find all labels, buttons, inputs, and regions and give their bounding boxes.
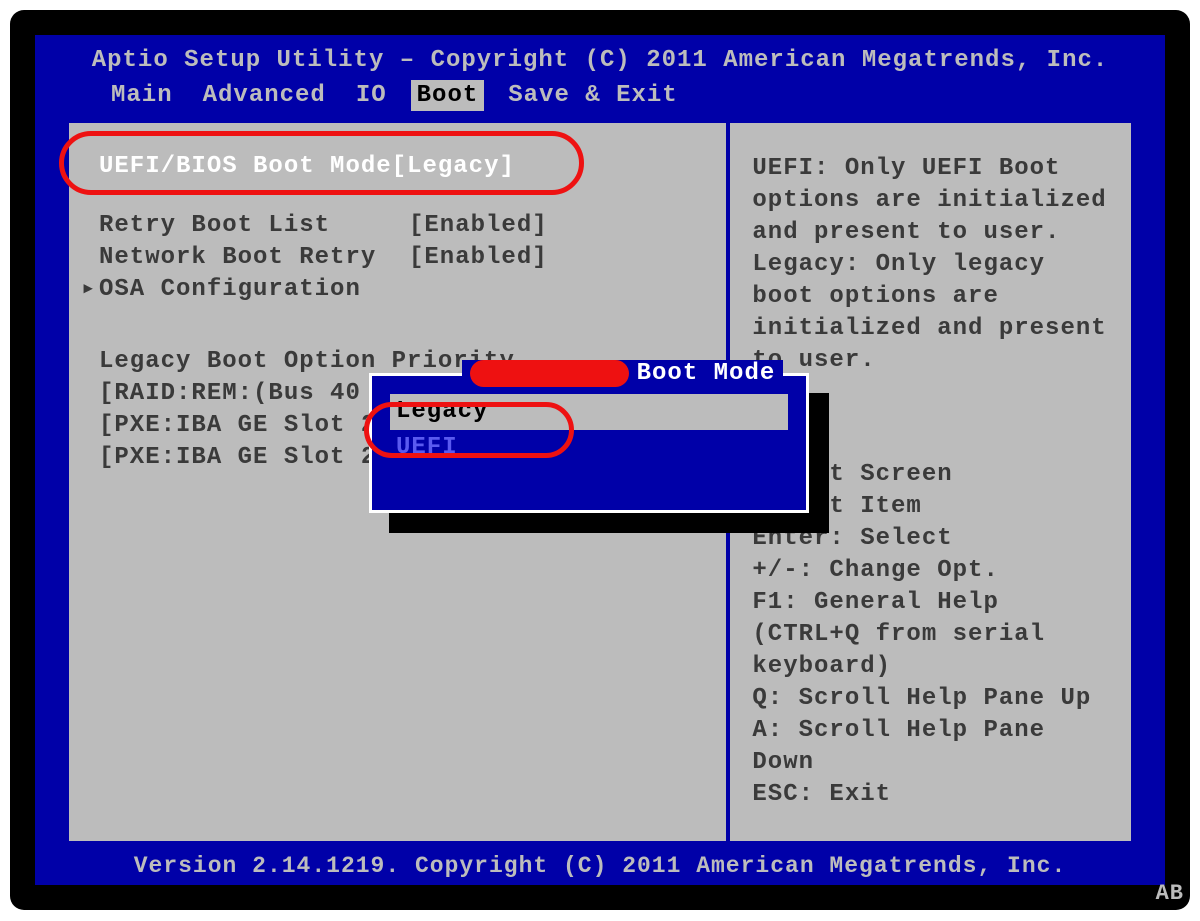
setting-label: OSA Configuration (99, 274, 409, 306)
help-text: UEFI: Only UEFI Boot options are initial… (752, 153, 1109, 377)
keyhelp-line: A: Scroll Help Pane Down (752, 715, 1109, 779)
setting-value: [Enabled] (409, 242, 548, 274)
panels: UEFI/BIOS Boot Mode [Legacy] Retry Boot … (65, 119, 1135, 845)
setting-retry-boot-list[interactable]: Retry Boot List [Enabled] (99, 210, 696, 242)
submenu-arrow-icon: ▸ (81, 274, 96, 306)
setting-network-boot-retry[interactable]: Network Boot Retry [Enabled] (99, 242, 696, 274)
tab-boot[interactable]: Boot (411, 80, 485, 111)
keyhelp-line: ESC: Exit (752, 779, 1109, 811)
tab-save-exit[interactable]: Save & Exit (502, 80, 683, 111)
tab-io[interactable]: IO (350, 80, 393, 111)
keyhelp-line: +/-: Change Opt. (752, 555, 1109, 587)
corner-badge: AB (1156, 881, 1184, 906)
keyhelp-line: keyboard) (752, 651, 1109, 683)
tab-main[interactable]: Main (105, 80, 179, 111)
setting-value: [Enabled] (409, 210, 548, 242)
keyhelp-line: (CTRL+Q from serial (752, 619, 1109, 651)
boot-mode-popup: UEFI/BIOS Boot Mode Legacy UEFI (369, 373, 809, 513)
setting-uefi-bios-boot-mode[interactable]: UEFI/BIOS Boot Mode [Legacy] (77, 145, 718, 188)
bios-title: Aptio Setup Utility – Copyright (C) 2011… (35, 35, 1165, 80)
popup-option-legacy[interactable]: Legacy (390, 394, 788, 430)
bios-footer: Version 2.14.1219. Copyright (C) 2011 Am… (35, 853, 1165, 879)
settings-panel: UEFI/BIOS Boot Mode [Legacy] Retry Boot … (65, 119, 728, 845)
bios-screen: Aptio Setup Utility – Copyright (C) 2011… (10, 10, 1190, 910)
setting-label: Network Boot Retry (99, 242, 409, 274)
popup-title-hidden: UEFI/BIOS (470, 360, 629, 387)
setting-label: UEFI/BIOS Boot Mode (99, 153, 392, 180)
keyhelp-line: Q: Scroll Help Pane Up (752, 683, 1109, 715)
popup-option-uefi[interactable]: UEFI (390, 430, 788, 466)
tab-bar: Main Advanced IO Boot Save & Exit (35, 80, 1165, 111)
setting-label: Retry Boot List (99, 210, 409, 242)
setting-value: [Legacy] (392, 153, 515, 180)
popup-title: UEFI/BIOS Boot Mode (462, 360, 783, 387)
keyhelp-line: F1: General Help (752, 587, 1109, 619)
setting-osa-configuration[interactable]: ▸ OSA Configuration (99, 274, 696, 306)
bios-window: Aptio Setup Utility – Copyright (C) 2011… (35, 35, 1165, 885)
tab-advanced[interactable]: Advanced (197, 80, 332, 111)
popup-title-visible: Boot Mode (637, 360, 776, 387)
